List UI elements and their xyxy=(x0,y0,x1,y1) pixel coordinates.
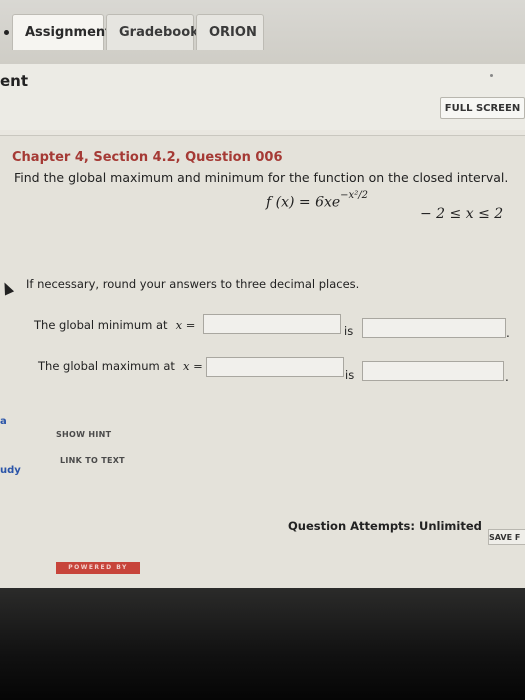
full-screen-button[interactable]: FULL SCREEN xyxy=(440,97,525,119)
question-heading: Chapter 4, Section 4.2, Question 006 xyxy=(12,150,283,165)
min-label: The global minimum at xyxy=(34,318,168,332)
max-label: The global maximum at xyxy=(38,359,175,373)
function-formula: f (x) = 6xe−x²/2 xyxy=(266,190,368,211)
monitor-bezel xyxy=(0,588,525,700)
question-prompt: Find the global maximum and minimum for … xyxy=(14,170,509,185)
rounding-note: If necessary, round your answers to thre… xyxy=(26,277,360,291)
left-stub-study[interactable]: udy xyxy=(0,465,21,476)
max-is-label: is xyxy=(345,368,355,382)
tab-orion[interactable]: ORION xyxy=(196,14,264,50)
max-period: . xyxy=(505,370,509,384)
function-lhs: f (x) = 6xe xyxy=(266,194,341,211)
page-title: ent xyxy=(0,72,29,90)
min-period: . xyxy=(506,326,510,340)
max-row-label: The global maximum at x = xyxy=(38,359,203,373)
monitor-screen: Assignment Gradebook ORION ent FULL SCRE… xyxy=(0,0,525,590)
max-value-input[interactable] xyxy=(362,361,504,381)
tab-assignment[interactable]: Assignment xyxy=(12,14,111,50)
min-row-label: The global minimum at x = xyxy=(34,318,195,332)
question-attempts: Question Attempts: Unlimited xyxy=(288,519,482,533)
max-x-equals: x = xyxy=(182,359,203,373)
function-exponent: −x²/2 xyxy=(340,190,368,201)
min-value-input[interactable] xyxy=(362,318,506,338)
left-stub-a: a xyxy=(0,416,7,427)
bullet-icon xyxy=(4,30,9,35)
min-x-input[interactable] xyxy=(203,314,341,334)
separator-dot xyxy=(490,74,493,77)
interval: − 2 ≤ x ≤ 2 xyxy=(420,206,504,222)
tab-bar: Assignment Gradebook ORION xyxy=(0,0,525,65)
save-button[interactable]: SAVE F xyxy=(488,529,525,545)
min-x-equals: x = xyxy=(175,318,196,332)
tab-gradebook[interactable]: Gradebook xyxy=(106,14,199,50)
link-to-text-button[interactable]: LINK TO TEXT xyxy=(60,456,125,465)
max-x-input[interactable] xyxy=(206,357,344,377)
powered-by-logo[interactable]: POWERED BY xyxy=(56,562,140,574)
min-is-label: is xyxy=(344,324,354,338)
show-hint-button[interactable]: SHOW HINT xyxy=(56,430,111,439)
